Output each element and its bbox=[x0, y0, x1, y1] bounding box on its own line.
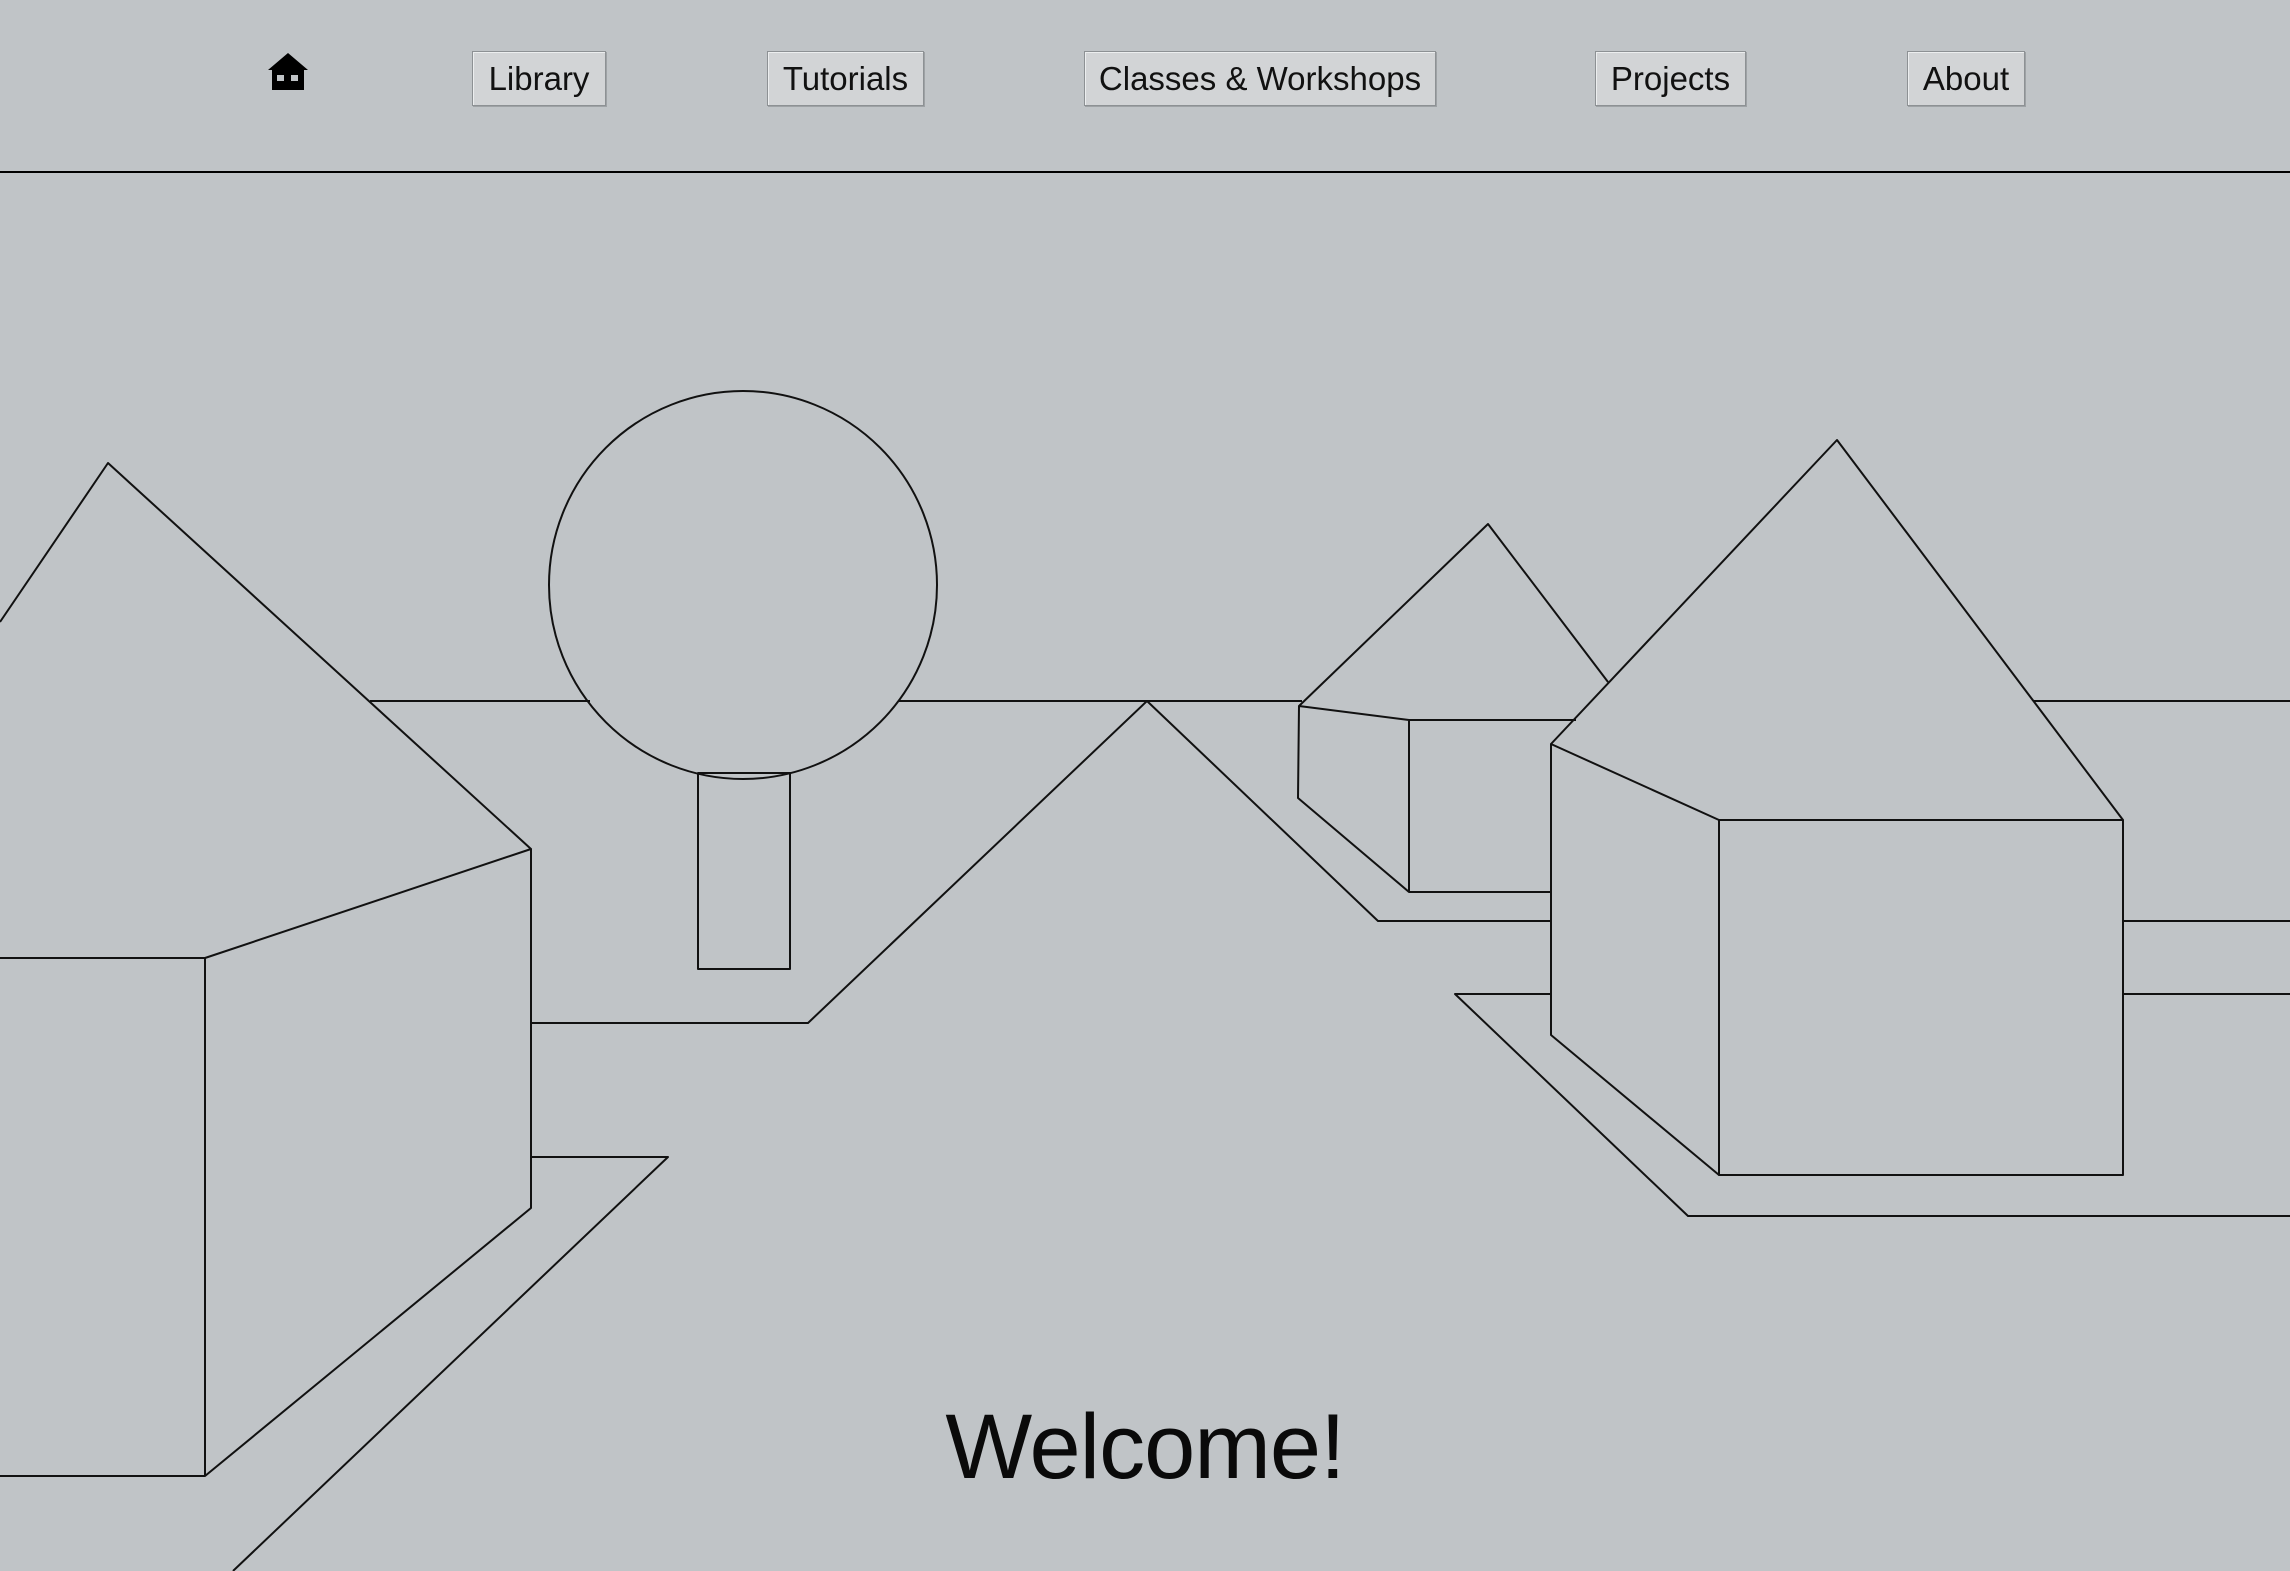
nav-library-button[interactable]: Library bbox=[472, 51, 606, 106]
left-house-roof bbox=[0, 462, 532, 850]
small-house-body bbox=[1297, 705, 1410, 893]
nav-classes-workshops-button[interactable]: Classes & Workshops bbox=[1084, 51, 1436, 106]
right-house-roof bbox=[1550, 439, 2124, 821]
right-house-base bbox=[1454, 993, 2290, 1217]
tree-trunk bbox=[697, 772, 791, 970]
right-house-front bbox=[1718, 819, 2124, 1176]
welcome-heading: Welcome! bbox=[945, 1396, 1345, 1498]
left-house-base bbox=[232, 1156, 669, 1571]
home-icon[interactable] bbox=[266, 50, 310, 94]
nav-about-button[interactable]: About bbox=[1907, 51, 2025, 106]
tree-crown bbox=[548, 390, 938, 780]
left-house-body bbox=[0, 848, 532, 1477]
nav-tutorials-button[interactable]: Tutorials bbox=[767, 51, 924, 106]
page: Library Tutorials Classes & Workshops Pr… bbox=[0, 0, 2290, 1571]
left-path bbox=[531, 700, 1551, 1024]
nav-projects-button[interactable]: Projects bbox=[1595, 51, 1746, 106]
hero-illustration bbox=[0, 390, 2290, 1571]
small-house-roof bbox=[1298, 523, 1609, 707]
top-navigation: Library Tutorials Classes & Workshops Pr… bbox=[0, 0, 2290, 173]
